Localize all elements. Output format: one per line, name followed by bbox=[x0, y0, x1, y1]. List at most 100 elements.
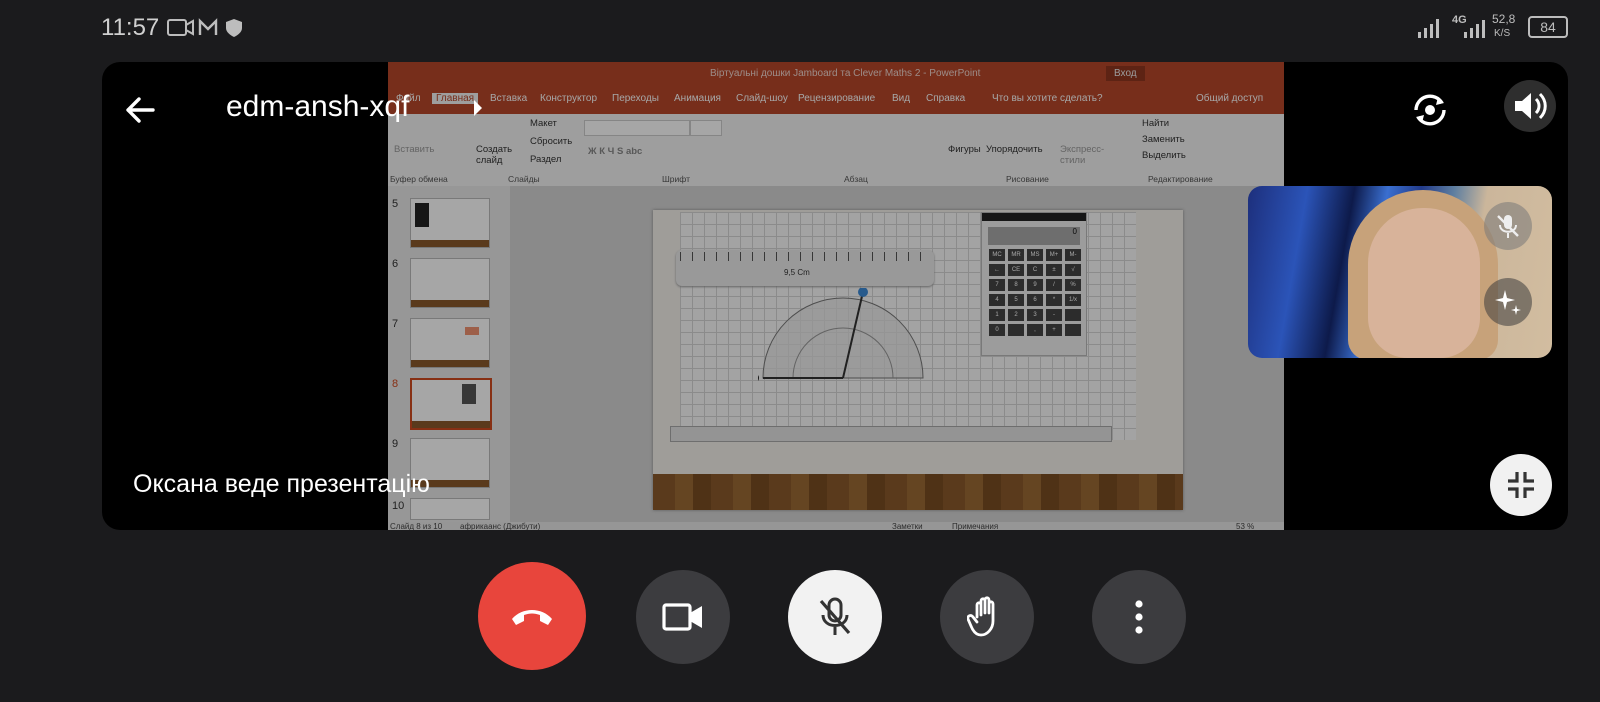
ppt-tab: Справка bbox=[926, 93, 966, 104]
calc-key: 5 bbox=[1008, 294, 1024, 306]
calc-key: - bbox=[1046, 309, 1062, 321]
ppt-tab: Вид bbox=[892, 93, 911, 104]
participant-face bbox=[1368, 208, 1480, 358]
ribbon-reset: Сбросить bbox=[530, 136, 573, 147]
ribbon-replace: Заменить bbox=[1142, 134, 1185, 145]
virtual-ruler: 9,5 Cm bbox=[676, 250, 934, 286]
calc-key: , bbox=[1027, 324, 1043, 336]
hand-icon bbox=[967, 596, 995, 637]
signal-icon bbox=[1418, 19, 1439, 38]
slide-number: 5 bbox=[392, 198, 399, 210]
ppt-titlebar: Віртуальні дошки Jamboard та Clever Math… bbox=[388, 62, 1284, 86]
ribbon-group-label: Абзац bbox=[844, 174, 868, 184]
speaker-icon bbox=[1515, 92, 1547, 120]
mic-off-icon bbox=[1497, 215, 1519, 238]
calc-key: 1 bbox=[989, 309, 1005, 321]
calc-key: MR bbox=[1008, 249, 1024, 261]
calc-key: C bbox=[1027, 264, 1043, 276]
ppt-tab: Вставка bbox=[490, 93, 528, 104]
ruler-readout: 9,5 Cm bbox=[784, 268, 810, 277]
ribbon-group-label: Шрифт bbox=[662, 174, 690, 184]
more-options-button[interactable] bbox=[1092, 570, 1186, 664]
video-camera-icon bbox=[662, 603, 702, 631]
calculator-display: 0 bbox=[988, 227, 1080, 245]
ribbon-create-slide: Создать слайд bbox=[476, 144, 513, 166]
shared-screen: Віртуальні дошки Jamboard та Clever Math… bbox=[388, 62, 1284, 532]
ppt-login: Вход bbox=[1106, 66, 1145, 81]
calc-key: 7 bbox=[989, 279, 1005, 291]
calc-key: ± bbox=[1046, 264, 1062, 276]
switch-camera-button[interactable] bbox=[1404, 84, 1456, 136]
meeting-code[interactable]: edm-ansh-xqf bbox=[226, 90, 409, 124]
self-view-tile[interactable] bbox=[1248, 186, 1552, 358]
ppt-tab-share: Общий доступ bbox=[1196, 93, 1264, 104]
ppt-tab: Слайд-шоу bbox=[736, 93, 788, 104]
calculator-keypad: MC MR MS M+ M- ← CE C ± √ 7 8 9 / % 4 5 … bbox=[982, 249, 1086, 336]
mic-off-icon bbox=[819, 597, 851, 635]
net-speed: 52,8 bbox=[1492, 12, 1516, 26]
chevron-right-icon[interactable] bbox=[472, 98, 484, 118]
wood-floor bbox=[653, 474, 1183, 510]
ppt-window-title: Віртуальні дошки Jamboard та Clever Math… bbox=[710, 68, 981, 79]
board-toolbar bbox=[670, 426, 1112, 442]
calc-key: 6 bbox=[1027, 294, 1043, 306]
ribbon-shapes: Фигуры bbox=[948, 144, 981, 155]
calc-key bbox=[1008, 324, 1024, 336]
calc-key: √ bbox=[1065, 264, 1081, 276]
slide-number: 10 bbox=[392, 500, 405, 512]
font-format-buttons: Ж К Ч S abc bbox=[588, 146, 643, 157]
effects-button[interactable] bbox=[1484, 278, 1532, 326]
presenter-label: Оксана веде презентацію bbox=[133, 470, 430, 498]
audio-output-button[interactable] bbox=[1504, 80, 1556, 132]
calc-key: 1/x bbox=[1065, 294, 1081, 306]
slide-thumbnail-selected bbox=[410, 378, 492, 430]
ribbon-group-label: Буфер обмена bbox=[390, 174, 448, 184]
more-vertical-icon bbox=[1135, 600, 1143, 634]
calc-key: 3 bbox=[1027, 309, 1043, 321]
font-name-box bbox=[584, 120, 690, 136]
slide-thumbnail bbox=[410, 258, 490, 308]
calc-key bbox=[1065, 309, 1081, 321]
calc-key bbox=[1065, 324, 1081, 336]
calc-key: 8 bbox=[1008, 279, 1024, 291]
calc-key: M- bbox=[1065, 249, 1081, 261]
calc-key: + bbox=[1046, 324, 1062, 336]
sparkle-icon bbox=[1495, 290, 1521, 315]
signal-icon-2 bbox=[1464, 20, 1485, 38]
ribbon-group-label: Редактирование bbox=[1148, 174, 1213, 184]
ppt-tab: Рецензирование bbox=[798, 93, 876, 104]
ribbon-quick-styles: Экспресс-стили bbox=[1060, 144, 1105, 166]
calc-key: ← bbox=[989, 264, 1005, 276]
raise-hand-button[interactable] bbox=[940, 570, 1034, 664]
slide-thumbnail bbox=[410, 198, 490, 248]
calc-key: M+ bbox=[1046, 249, 1062, 261]
slide-number-selected: 8 bbox=[392, 378, 399, 390]
calc-key: MC bbox=[989, 249, 1005, 261]
ribbon-paste: Вставить bbox=[394, 144, 435, 155]
calc-key: 9 bbox=[1027, 279, 1043, 291]
mic-button[interactable] bbox=[788, 570, 882, 664]
end-call-button[interactable] bbox=[478, 562, 586, 670]
ppt-tab-search: Что вы хотите сделать? bbox=[992, 93, 1103, 104]
collapse-icon bbox=[1508, 472, 1534, 498]
back-button[interactable] bbox=[116, 86, 164, 134]
phone-hangup-icon bbox=[512, 610, 552, 625]
ribbon-group-label: Рисование bbox=[1006, 174, 1049, 184]
calc-key: 4 bbox=[989, 294, 1005, 306]
ppt-ribbon-tabs: Файл Главная Вставка Конструктор Переход… bbox=[388, 86, 1284, 114]
status-bar: 11:57 4G 52,8 K/S 84 bbox=[0, 0, 1600, 56]
camera-button[interactable] bbox=[636, 570, 730, 664]
ribbon-find: Найти bbox=[1142, 118, 1170, 129]
calc-key: CE bbox=[1008, 264, 1024, 276]
slide-number: 6 bbox=[392, 258, 399, 270]
back-arrow-icon bbox=[126, 97, 155, 123]
slide-number: 9 bbox=[392, 438, 399, 450]
protractor bbox=[758, 288, 924, 381]
net-speed-unit: K/S bbox=[1494, 28, 1511, 39]
switch-camera-icon bbox=[1414, 94, 1446, 126]
slide-thumbnail bbox=[410, 498, 490, 520]
calc-key: 2 bbox=[1008, 309, 1024, 321]
minimize-screen-button[interactable] bbox=[1490, 454, 1552, 516]
ppt-ribbon: Вставить Создать слайд Макет Сбросить Ра… bbox=[388, 114, 1284, 187]
self-mic-muted-indicator bbox=[1484, 202, 1532, 250]
